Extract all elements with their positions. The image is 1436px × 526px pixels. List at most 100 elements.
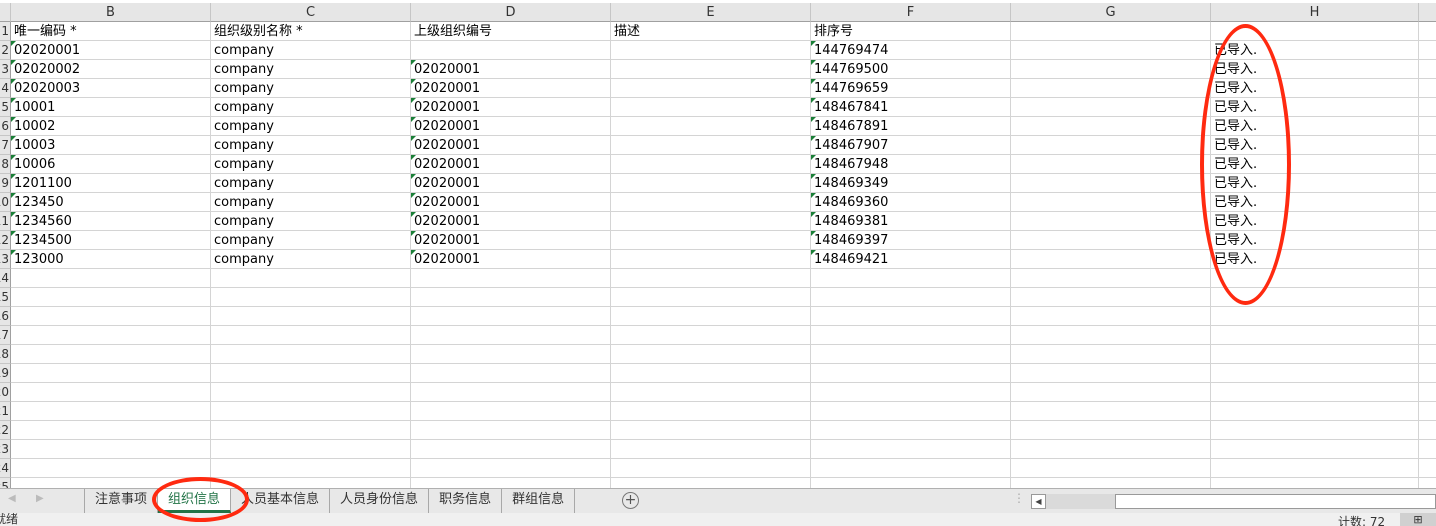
cell-sort[interactable]: 148467841 [811, 98, 1011, 117]
cell-code[interactable]: 10006 [11, 155, 211, 174]
cell-desc[interactable] [611, 79, 811, 98]
select-all-corner[interactable] [0, 3, 11, 22]
cell[interactable] [411, 269, 611, 288]
row-header[interactable]: 18 [0, 345, 11, 364]
cell[interactable] [1419, 212, 1436, 231]
cell[interactable] [11, 478, 211, 488]
cell[interactable] [1211, 307, 1419, 326]
cell[interactable] [1011, 440, 1211, 459]
row-header[interactable]: 1 [0, 22, 11, 41]
column-header-c[interactable]: C [211, 3, 411, 22]
sheet-tab[interactable]: 职务信息 [429, 489, 503, 513]
row-header[interactable]: 4 [0, 79, 11, 98]
cell[interactable] [811, 345, 1011, 364]
cell-level[interactable]: company [211, 79, 411, 98]
cell[interactable] [1011, 421, 1211, 440]
cell[interactable] [611, 288, 811, 307]
cell-code[interactable]: 10002 [11, 117, 211, 136]
cell-parent[interactable]: 02020001 [411, 193, 611, 212]
cell-desc[interactable] [611, 212, 811, 231]
cell[interactable] [11, 421, 211, 440]
spreadsheet-grid[interactable]: B C D E F G H 1 唯一编码 * 组织级别名称 * 上级组织编号 描述 排序号 2 020200… [0, 3, 1436, 488]
cell-parent[interactable]: 02020001 [411, 60, 611, 79]
cell-parent[interactable]: 02020001 [411, 174, 611, 193]
cell[interactable] [411, 478, 611, 488]
row-header[interactable]: 15 [0, 288, 11, 307]
cell-g[interactable] [1011, 193, 1211, 212]
cell[interactable] [1419, 288, 1436, 307]
cell[interactable] [1211, 421, 1419, 440]
cell[interactable] [1419, 383, 1436, 402]
cell-desc[interactable] [611, 98, 811, 117]
cell[interactable] [211, 421, 411, 440]
cell[interactable] [11, 269, 211, 288]
header-cell[interactable]: 上级组织编号 [411, 22, 611, 41]
header-cell[interactable]: 排序号 [811, 22, 1011, 41]
column-header-b[interactable]: B [11, 3, 211, 22]
cell[interactable] [1419, 478, 1436, 488]
cell[interactable] [811, 478, 1011, 488]
cell[interactable] [1011, 269, 1211, 288]
row-header[interactable]: 11 [0, 212, 11, 231]
cell[interactable] [1011, 364, 1211, 383]
cell[interactable] [811, 326, 1011, 345]
cell[interactable] [1211, 345, 1419, 364]
header-cell[interactable]: 组织级别名称 * [211, 22, 411, 41]
cell-g[interactable] [1011, 231, 1211, 250]
cell[interactable] [811, 383, 1011, 402]
cell-parent[interactable]: 02020001 [411, 79, 611, 98]
cell-level[interactable]: company [211, 60, 411, 79]
cell-status[interactable]: 已导入. [1211, 212, 1419, 231]
cell[interactable] [611, 440, 811, 459]
scroll-thumb[interactable] [1115, 494, 1436, 509]
cell-code[interactable]: 10001 [11, 98, 211, 117]
cell[interactable] [611, 364, 811, 383]
cell[interactable] [1419, 459, 1436, 478]
cell[interactable] [411, 421, 611, 440]
cell[interactable] [611, 421, 811, 440]
cell-code[interactable]: 02020002 [11, 60, 211, 79]
cell-level[interactable]: company [211, 41, 411, 60]
header-cell[interactable]: 描述 [611, 22, 811, 41]
cell-code[interactable]: 02020001 [11, 41, 211, 60]
cell[interactable] [1419, 155, 1436, 174]
cell-g[interactable] [1011, 155, 1211, 174]
cell-parent[interactable]: 02020001 [411, 98, 611, 117]
cell[interactable] [611, 345, 811, 364]
cell[interactable] [11, 383, 211, 402]
cell-level[interactable]: company [211, 117, 411, 136]
cell[interactable] [211, 364, 411, 383]
cell-code[interactable]: 02020003 [11, 79, 211, 98]
sheet-tab[interactable]: 人员身份信息 [330, 489, 430, 513]
cell-desc[interactable] [611, 117, 811, 136]
cell-desc[interactable] [611, 155, 811, 174]
scroll-tabs-right-icon[interactable]: ▶ [36, 493, 44, 504]
cell[interactable] [11, 307, 211, 326]
cell-status[interactable]: 已导入. [1211, 136, 1419, 155]
cell[interactable] [1011, 288, 1211, 307]
cell[interactable] [411, 440, 611, 459]
cell-g[interactable] [1011, 79, 1211, 98]
row-header[interactable]: 7 [0, 136, 11, 155]
cell[interactable] [211, 326, 411, 345]
cell-code[interactable]: 1234560 [11, 212, 211, 231]
cell-sort[interactable]: 148469421 [811, 250, 1011, 269]
cell[interactable] [1419, 79, 1436, 98]
scroll-left-button[interactable]: ◀ [1031, 494, 1046, 509]
column-header-f[interactable]: F [811, 3, 1011, 22]
cell[interactable] [1011, 326, 1211, 345]
cell[interactable] [811, 421, 1011, 440]
cell[interactable] [211, 459, 411, 478]
header-cell[interactable] [1011, 22, 1211, 41]
add-sheet-icon[interactable]: + [622, 492, 639, 509]
normal-view-icon[interactable]: ⊞ [1400, 513, 1436, 526]
cell-sort[interactable]: 148467948 [811, 155, 1011, 174]
cell[interactable] [211, 269, 411, 288]
cell-level[interactable]: company [211, 193, 411, 212]
sheet-tab[interactable]: 人员基本信息 [231, 489, 331, 513]
cell-desc[interactable] [611, 136, 811, 155]
cell[interactable] [611, 269, 811, 288]
cell-g[interactable] [1011, 250, 1211, 269]
cell[interactable] [611, 383, 811, 402]
row-header[interactable]: 21 [0, 402, 11, 421]
